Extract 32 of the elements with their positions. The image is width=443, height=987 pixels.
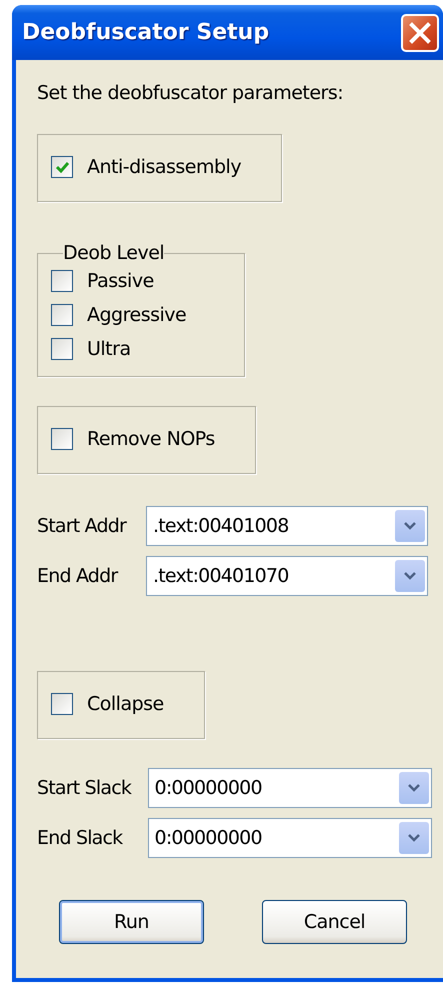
checkbox-label: Aggressive — [87, 304, 186, 326]
dialog-button[interactable]: Cancel — [262, 900, 407, 944]
chevron-down-icon — [408, 784, 420, 792]
dropdown[interactable]: 0:00000000 — [148, 768, 432, 808]
checkbox[interactable] — [51, 338, 73, 360]
dropdown[interactable]: .text:00401008 — [146, 506, 428, 546]
field-label: End Addr — [37, 565, 119, 587]
checkbox-label: Remove NOPs — [87, 428, 215, 450]
instruction-text: Set the deobfuscator parameters: — [37, 82, 344, 104]
checkbox[interactable] — [51, 156, 73, 178]
dropdown[interactable]: 0:00000000 — [148, 818, 432, 858]
close-button[interactable] — [401, 14, 439, 52]
checkbox-label: Anti-disassembly — [87, 156, 242, 178]
group-title: Deob Level — [63, 242, 164, 264]
checkbox[interactable] — [51, 428, 73, 450]
chevron-down-icon — [408, 834, 420, 842]
chevron-down-icon — [404, 522, 416, 530]
checkbox[interactable] — [51, 270, 73, 292]
checkbox-label: Passive — [87, 270, 154, 292]
dropdown[interactable]: .text:00401070 — [146, 556, 428, 596]
window-title: Deobfuscator Setup — [22, 20, 270, 45]
checkbox-label: Ultra — [87, 338, 131, 360]
chevron-down-icon — [404, 572, 416, 580]
checkbox[interactable] — [51, 304, 73, 326]
checkbox[interactable] — [51, 693, 73, 715]
field-label: Start Slack — [37, 777, 133, 799]
checkbox-label: Collapse — [87, 693, 164, 715]
field-label: Start Addr — [37, 515, 128, 537]
field-label: End Slack — [37, 827, 124, 849]
dialog-button[interactable]: Run — [59, 900, 204, 944]
close-icon — [409, 22, 431, 44]
checkmark-icon — [56, 162, 68, 172]
